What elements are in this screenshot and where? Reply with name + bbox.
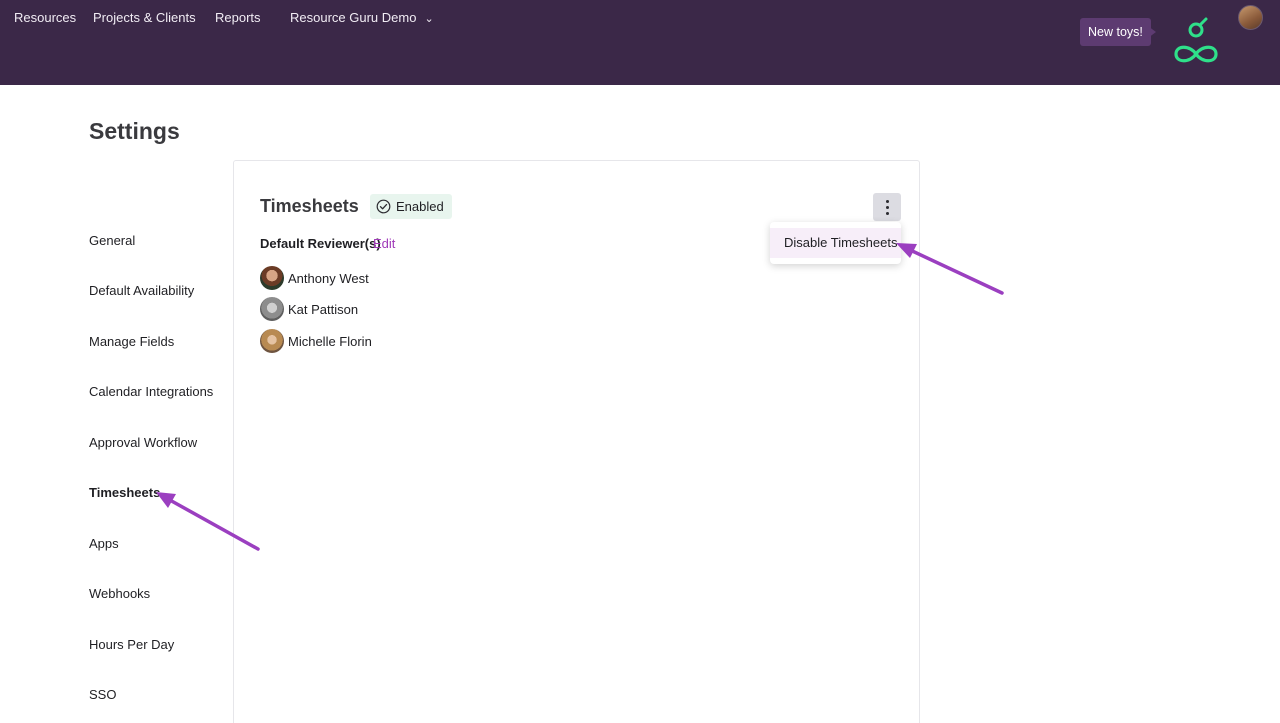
sidebar-item-apps[interactable]: Apps bbox=[89, 536, 119, 552]
new-toys-callout[interactable]: New toys! bbox=[1080, 18, 1151, 46]
sidebar-item-general[interactable]: General bbox=[89, 233, 135, 249]
avatar bbox=[260, 329, 284, 353]
status-badge-label: Enabled bbox=[396, 199, 444, 214]
section-title: Timesheets bbox=[260, 196, 359, 216]
kebab-dot bbox=[885, 205, 889, 209]
kebab-dot bbox=[885, 211, 889, 215]
reviewer-name: Kat Pattison bbox=[288, 301, 359, 317]
reviewer-name: Michelle Florin bbox=[288, 333, 372, 349]
account-switcher[interactable]: Resource Guru Demo ⌄ bbox=[290, 10, 434, 27]
avatar bbox=[260, 297, 284, 321]
nav-resources[interactable]: Resources bbox=[14, 10, 76, 26]
sidebar-item-manage-fields[interactable]: Manage Fields bbox=[89, 334, 174, 350]
reviewer-item: Anthony West bbox=[260, 266, 369, 290]
page-title: Settings bbox=[89, 118, 180, 144]
more-options-button[interactable] bbox=[873, 193, 901, 221]
user-avatar[interactable] bbox=[1238, 5, 1263, 30]
reviewer-item: Kat Pattison bbox=[260, 297, 358, 321]
edit-reviewers-link[interactable]: Edit bbox=[373, 236, 395, 251]
status-badge: Enabled bbox=[370, 194, 452, 219]
disable-timesheets-menu-item[interactable]: Disable Timesheets bbox=[770, 228, 901, 258]
nav-reports[interactable]: Reports bbox=[215, 10, 261, 26]
resource-guru-logo-icon[interactable] bbox=[1168, 14, 1224, 68]
check-circle-icon bbox=[376, 199, 391, 214]
sidebar-item-timesheets[interactable]: Timesheets bbox=[89, 485, 160, 501]
reviewer-item: Michelle Florin bbox=[260, 329, 372, 353]
account-name: Resource Guru Demo bbox=[290, 10, 417, 25]
callout-pointer bbox=[1148, 26, 1156, 38]
sidebar-item-webhooks[interactable]: Webhooks bbox=[89, 586, 150, 602]
sidebar-item-sso[interactable]: SSO bbox=[89, 687, 116, 703]
sidebar-item-calendar-integrations[interactable]: Calendar Integrations bbox=[89, 384, 213, 400]
reviewer-name: Anthony West bbox=[288, 270, 369, 286]
sidebar-item-hours-per-day[interactable]: Hours Per Day bbox=[89, 637, 174, 653]
default-reviewers-label: Default Reviewer(s) bbox=[260, 236, 381, 251]
top-nav-bar: Resources Projects & Clients Reports Res… bbox=[0, 0, 1280, 85]
chevron-down-icon: ⌄ bbox=[424, 13, 434, 25]
sidebar-item-default-availability[interactable]: Default Availability bbox=[89, 283, 194, 299]
options-dropdown-menu: Disable Timesheets bbox=[770, 222, 901, 264]
avatar bbox=[260, 266, 284, 290]
kebab-dot bbox=[885, 199, 889, 203]
nav-projects-clients[interactable]: Projects & Clients bbox=[93, 10, 196, 26]
sidebar-item-approval-workflow[interactable]: Approval Workflow bbox=[89, 435, 197, 451]
